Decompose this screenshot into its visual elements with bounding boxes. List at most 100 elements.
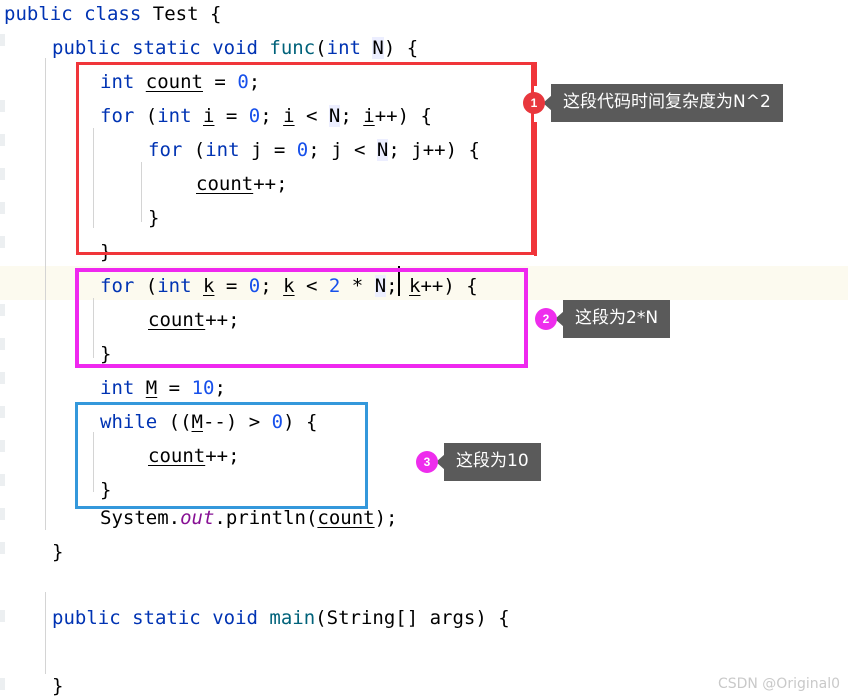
code-line-3[interactable]: int count = 0; [100, 73, 260, 92]
code-line-6[interactable]: count++; [196, 175, 288, 194]
callout-1-leader-line [534, 62, 537, 86]
token-number-0: 0 [248, 105, 261, 127]
indent-guide [93, 128, 94, 228]
gutter-marker [0, 236, 5, 248]
token-var-i: i [283, 105, 295, 127]
gutter-marker [0, 202, 5, 214]
token-var-j: j [251, 139, 263, 161]
code-line-4[interactable]: for (int i = 0; i < N; i++) { [100, 105, 432, 127]
code-line-5[interactable]: for (int j = 0; j < N; j++) { [148, 139, 480, 161]
token-keyword-void: void [212, 607, 258, 629]
token-number-0: 0 [296, 139, 309, 161]
code-line-16[interactable]: System.out.println(count); [100, 509, 398, 528]
token-var-k: k [409, 275, 421, 297]
gutter-marker [0, 372, 5, 384]
token-var-j: j [411, 139, 423, 161]
token-var-count: count [196, 173, 254, 195]
token-keyword-public: public [52, 607, 121, 629]
token-method-println: println [225, 507, 306, 529]
gutter-marker [0, 678, 5, 690]
token-type-string: String [326, 607, 396, 629]
code-editor-canvas[interactable]: public class Test { public static void f… [0, 0, 848, 700]
token-keyword-static: static [132, 607, 201, 629]
code-line-2[interactable]: public static void func(int N) { [52, 37, 418, 59]
token-var-j: j [331, 139, 343, 161]
code-line-15[interactable]: } [100, 481, 111, 500]
token-keyword-class: class [84, 3, 142, 25]
token-var-m: M [191, 411, 203, 433]
token-keyword-for: for [148, 139, 183, 161]
gutter-marker [0, 338, 5, 350]
token-number-10: 10 [191, 377, 215, 399]
code-line-14[interactable]: count++; [148, 447, 240, 466]
callout-1-leader-line [534, 122, 537, 256]
token-number-2: 2 [328, 275, 341, 297]
gutter-marker [0, 304, 5, 316]
gutter-marker [0, 440, 5, 452]
callout-1-badge: 1 [523, 92, 545, 114]
indent-guide [45, 592, 46, 674]
token-var-count: count [148, 445, 206, 467]
gutter-marker [0, 508, 5, 520]
code-line-11[interactable]: } [100, 345, 111, 364]
token-keyword-int: int [326, 37, 361, 59]
callout-3-badge: 3 [416, 451, 438, 473]
token-var-count: count [145, 71, 203, 93]
token-param-n: N [328, 105, 341, 127]
callout-1[interactable]: 1 这段代码时间复杂度为N^2 [523, 84, 783, 122]
gutter-marker [0, 168, 5, 180]
callout-2[interactable]: 2 这段为2*N [535, 300, 671, 338]
token-number-0: 0 [248, 275, 261, 297]
callout-3-bubble: 这段为10 [444, 443, 541, 481]
code-line-13[interactable]: while ((M--) > 0) { [100, 413, 317, 432]
gutter-marker [0, 134, 5, 146]
token-keyword-static: static [132, 37, 201, 59]
indent-guide [93, 298, 94, 358]
indent-guide [45, 58, 46, 530]
callout-2-bubble: 这段为2*N [563, 300, 671, 338]
code-line-9[interactable]: for (int k = 0; k < 2 * N; k++) { [100, 275, 478, 297]
gutter-marker [0, 34, 5, 46]
callout-3[interactable]: 3 这段为10 [416, 443, 541, 481]
token-method-main: main [269, 607, 316, 629]
token-param-n: N [372, 37, 384, 59]
token-keyword-void: void [212, 37, 258, 59]
token-var-i: i [203, 105, 215, 127]
callout-1-bubble: 这段代码时间复杂度为N^2 [551, 84, 783, 122]
code-line-8[interactable]: } [100, 243, 111, 262]
token-keyword-int: int [157, 275, 192, 297]
token-number-0: 0 [237, 71, 249, 93]
code-line-10[interactable]: count++; [148, 311, 240, 330]
token-var-m: M [145, 377, 158, 399]
code-line-18[interactable]: public static void main(String[] args) { [52, 609, 510, 628]
indent-guide [93, 432, 94, 492]
token-keyword-public: public [52, 37, 121, 59]
gutter-marker [0, 474, 5, 486]
token-keyword-int: int [157, 105, 192, 127]
code-line-19[interactable]: } [52, 677, 63, 696]
token-keyword-int: int [205, 139, 240, 161]
gutter-marker [0, 406, 5, 418]
gutter-marker [0, 542, 5, 554]
token-param-n: N [376, 139, 389, 161]
token-var-count: count [317, 507, 375, 529]
token-var-count: count [148, 309, 206, 331]
token-keyword-for: for [100, 105, 135, 127]
code-line-7[interactable]: } [148, 209, 159, 228]
token-number-0: 0 [271, 411, 284, 433]
gutter-marker [0, 100, 5, 112]
callout-2-badge: 2 [535, 308, 557, 330]
token-keyword-while: while [100, 411, 158, 433]
csdn-watermark: CSDN @Original0 [717, 676, 840, 692]
code-line-12[interactable]: int M = 10; [100, 379, 226, 398]
code-line-17[interactable]: } [52, 543, 63, 562]
token-var-k: k [283, 275, 295, 297]
token-method-func: func [269, 37, 316, 59]
token-keyword-int: int [100, 71, 135, 93]
text-caret [398, 266, 400, 296]
token-var-k: k [203, 275, 215, 297]
gutter-marker [0, 610, 5, 622]
code-line-1[interactable]: public class Test { [4, 5, 221, 24]
token-param-n: N [374, 275, 387, 297]
token-keyword-public: public [4, 3, 73, 25]
